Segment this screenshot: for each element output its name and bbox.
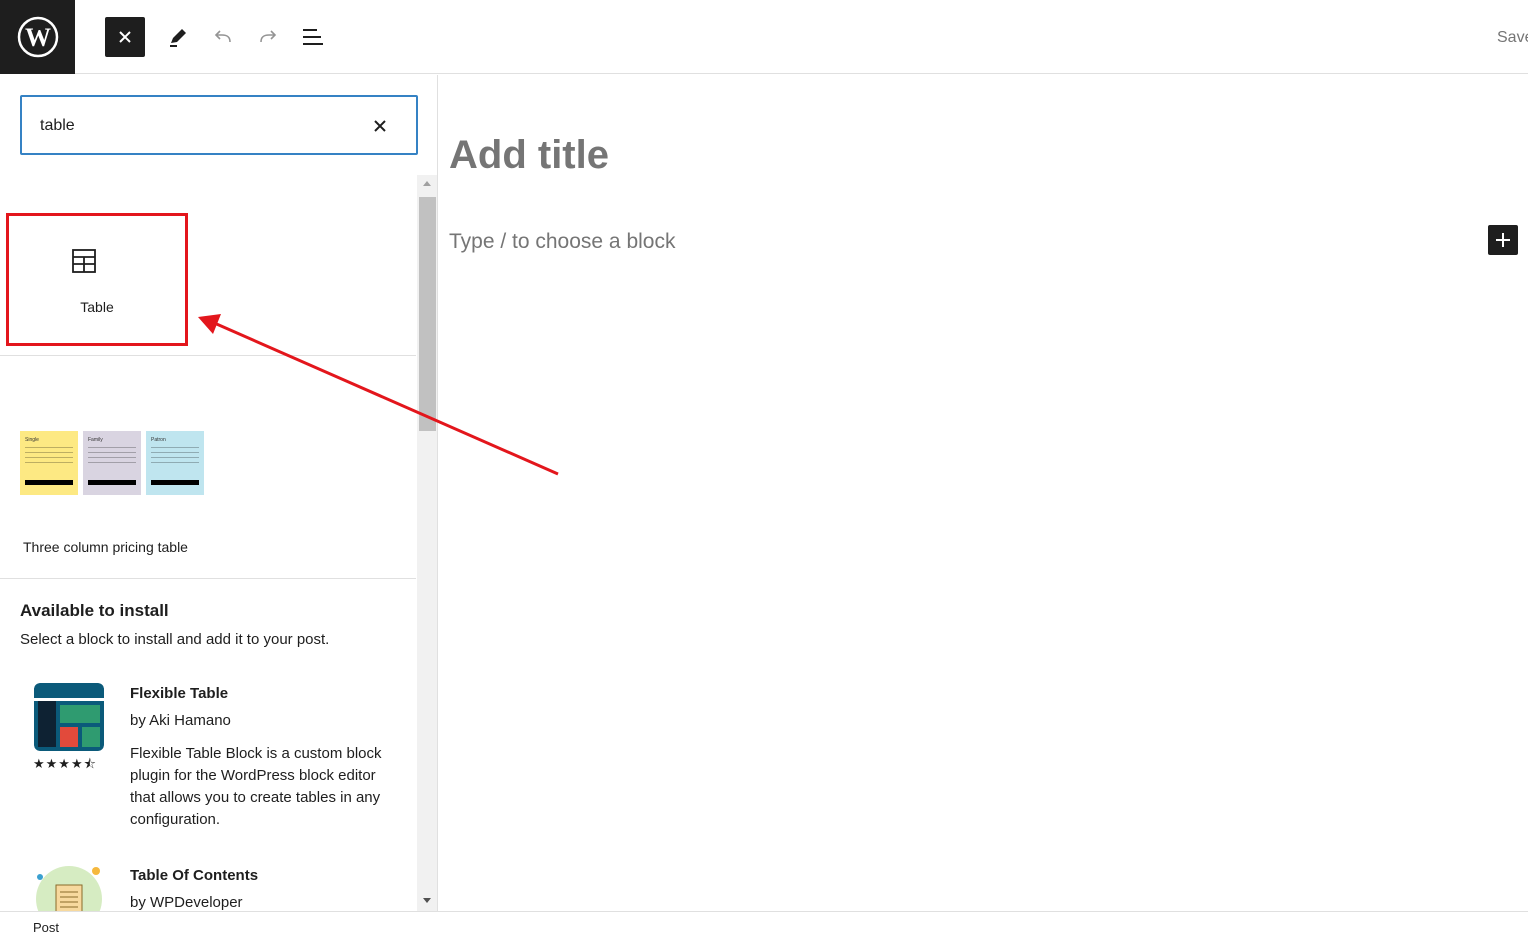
divider (0, 578, 416, 579)
flexible-table-plugin-icon (34, 683, 104, 751)
rating-stars: ★★★★⯪ (33, 756, 97, 771)
install-description: Select a block to install and add it to … (20, 631, 330, 648)
plugin-title: Flexible Table (130, 685, 229, 702)
block-appender[interactable]: Type / to choose a block (449, 230, 675, 254)
list-view-button[interactable] (293, 17, 333, 57)
undo-icon (214, 30, 231, 43)
search-box (20, 95, 418, 155)
svg-text:W: W (25, 23, 51, 52)
wordpress-logo-icon[interactable]: W (0, 0, 75, 74)
clear-search-button[interactable] (368, 114, 392, 138)
tools-button[interactable] (158, 17, 198, 57)
table-of-contents-plugin-icon (34, 865, 104, 911)
editor-canvas: Add title Type / to choose a block (439, 75, 1528, 911)
table-icon (72, 249, 96, 273)
list-view-icon (303, 29, 323, 45)
divider (0, 355, 416, 356)
save-draft-button[interactable]: Save draft (1497, 29, 1528, 47)
plugin-title: Table Of Contents (130, 867, 259, 884)
post-title-input[interactable]: Add title (449, 133, 609, 178)
undo-button[interactable] (203, 17, 243, 57)
plugin-author: by Aki Hamano (130, 712, 231, 729)
plugin-item[interactable]: ★★★★⯪ Flexible Table by Aki Hamano Flexi… (0, 683, 416, 843)
pattern-label[interactable]: Three column pricing table (23, 539, 188, 555)
editor-header: W Save draft (0, 0, 1528, 74)
plugin-item[interactable]: Table Of Contents by WPDeveloper (0, 865, 416, 911)
block-result-label: Table (80, 299, 114, 315)
pattern-column: Patron (146, 431, 204, 495)
plugin-author: by WPDeveloper (130, 894, 243, 911)
block-inserter-panel: Table Single Family Patron Three column … (0, 75, 438, 911)
close-icon (119, 31, 131, 43)
scrollbar-thumb[interactable] (419, 197, 436, 431)
scroll-down-arrow-icon[interactable] (423, 898, 431, 903)
editor-footer: Post (0, 911, 1528, 935)
breadcrumb[interactable]: Post (33, 920, 59, 935)
close-icon (374, 120, 386, 132)
plugin-description: Flexible Table Block is a custom block p… (130, 745, 382, 828)
pencil-icon (170, 29, 186, 47)
install-heading: Available to install (20, 601, 169, 620)
add-block-button[interactable] (1488, 225, 1518, 255)
pattern-column: Family (83, 431, 141, 495)
close-inserter-button[interactable] (105, 17, 145, 57)
block-result-table[interactable]: Table (6, 213, 188, 346)
redo-icon (260, 30, 277, 43)
pattern-column: Single (20, 431, 78, 495)
inserter-scrollbar[interactable] (417, 175, 437, 911)
pattern-preview[interactable]: Single Family Patron (20, 431, 204, 495)
plus-icon (1496, 233, 1510, 247)
search-input[interactable] (40, 114, 340, 138)
redo-button[interactable] (248, 17, 288, 57)
scroll-up-arrow-icon[interactable] (423, 181, 431, 186)
